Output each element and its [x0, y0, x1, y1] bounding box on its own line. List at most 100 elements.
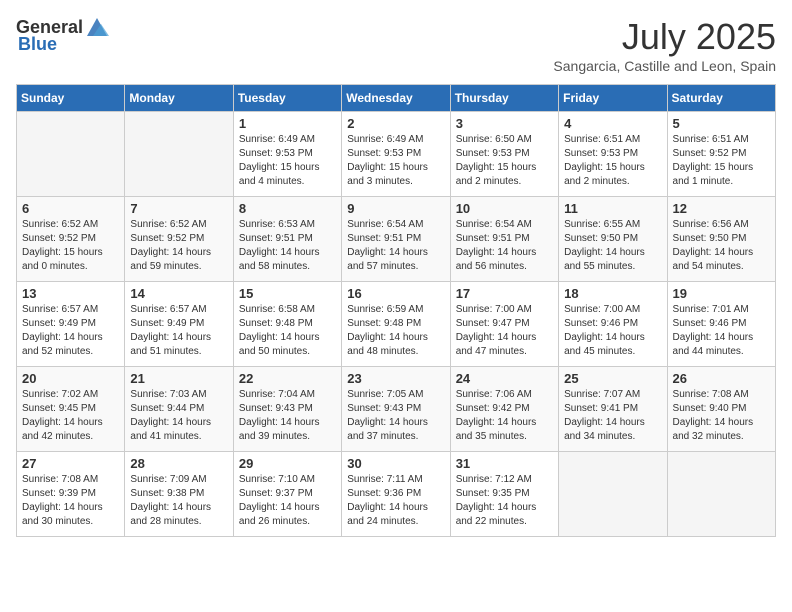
calendar-cell: 20 Sunrise: 7:02 AM Sunset: 9:45 PM Dayli… — [17, 367, 125, 452]
weekday-header-tuesday: Tuesday — [233, 85, 341, 112]
calendar-cell: 19Sunrise: 7:01 AM Sunset: 9:46 PM Dayli… — [667, 282, 775, 367]
calendar-week-row: 27Sunrise: 7:08 AM Sunset: 9:39 PM Dayli… — [17, 452, 776, 537]
day-number: 17 — [456, 286, 553, 301]
day-info: Sunrise: 7:04 AM Sunset: 9:43 PM Dayligh… — [239, 388, 336, 444]
calendar-table: SundayMondayTuesdayWednesdayThursdayFrid… — [16, 84, 776, 537]
calendar-cell: 25 Sunrise: 7:07 AM Sunset: 9:41 PM Dayli… — [559, 367, 667, 452]
day-number: 20 — [22, 371, 119, 386]
day-info: Sunrise: 7:08 AM Sunset: 9:40 PM Dayligh… — [673, 388, 770, 444]
day-number: 24 — [456, 371, 553, 386]
calendar-cell: 5 Sunrise: 6:51 AM Sunset: 9:52 PM Daylig… — [667, 112, 775, 197]
weekday-header-wednesday: Wednesday — [342, 85, 450, 112]
calendar-cell — [667, 452, 775, 537]
day-number: 18 — [564, 286, 661, 301]
calendar-cell: 23 Sunrise: 7:05 AM Sunset: 9:43 PM Dayli… — [342, 367, 450, 452]
logo: General Blue — [16, 16, 111, 55]
calendar-cell: 22 Sunrise: 7:04 AM Sunset: 9:43 PM Dayli… — [233, 367, 341, 452]
calendar-week-row: 20 Sunrise: 7:02 AM Sunset: 9:45 PM Dayli… — [17, 367, 776, 452]
day-number: 25 — [564, 371, 661, 386]
day-number: 22 — [239, 371, 336, 386]
day-info: Sunrise: 6:50 AM Sunset: 9:53 PM Dayligh… — [456, 133, 553, 189]
day-info: Sunrise: 6:55 AM Sunset: 9:50 PM Dayligh… — [564, 218, 661, 274]
day-number: 31 — [456, 456, 553, 471]
day-info: Sunrise: 7:00 AM Sunset: 9:47 PM Dayligh… — [456, 303, 553, 359]
calendar-cell — [17, 112, 125, 197]
weekday-header-thursday: Thursday — [450, 85, 558, 112]
day-number: 9 — [347, 201, 444, 216]
day-info: Sunrise: 6:52 AM Sunset: 9:52 PM Dayligh… — [22, 218, 119, 274]
day-info: Sunrise: 6:49 AM Sunset: 9:53 PM Dayligh… — [239, 133, 336, 189]
day-number: 23 — [347, 371, 444, 386]
calendar-week-row: 6 Sunrise: 6:52 AM Sunset: 9:52 PM Daylig… — [17, 197, 776, 282]
calendar-cell: 14 Sunrise: 6:57 AM Sunset: 9:49 PM Dayli… — [125, 282, 233, 367]
day-number: 12 — [673, 201, 770, 216]
calendar-cell: 10Sunrise: 6:54 AM Sunset: 9:51 PM Dayli… — [450, 197, 558, 282]
calendar-cell: 21Sunrise: 7:03 AM Sunset: 9:44 PM Dayli… — [125, 367, 233, 452]
calendar-cell: 30 Sunrise: 7:11 AM Sunset: 9:36 PM Dayli… — [342, 452, 450, 537]
day-number: 26 — [673, 371, 770, 386]
day-number: 14 — [130, 286, 227, 301]
day-info: Sunrise: 7:09 AM Sunset: 9:38 PM Dayligh… — [130, 473, 227, 529]
calendar-cell: 17 Sunrise: 7:00 AM Sunset: 9:47 PM Dayli… — [450, 282, 558, 367]
weekday-header-row: SundayMondayTuesdayWednesdayThursdayFrid… — [17, 85, 776, 112]
day-info: Sunrise: 7:05 AM Sunset: 9:43 PM Dayligh… — [347, 388, 444, 444]
day-info: Sunrise: 7:08 AM Sunset: 9:39 PM Dayligh… — [22, 473, 119, 529]
weekday-header-saturday: Saturday — [667, 85, 775, 112]
day-info: Sunrise: 7:11 AM Sunset: 9:36 PM Dayligh… — [347, 473, 444, 529]
day-number: 11 — [564, 201, 661, 216]
day-number: 3 — [456, 116, 553, 131]
day-number: 19 — [673, 286, 770, 301]
day-info: Sunrise: 6:54 AM Sunset: 9:51 PM Dayligh… — [456, 218, 553, 274]
calendar-cell: 16Sunrise: 6:59 AM Sunset: 9:48 PM Dayli… — [342, 282, 450, 367]
calendar-cell: 2 Sunrise: 6:49 AM Sunset: 9:53 PM Daylig… — [342, 112, 450, 197]
location-subtitle: Sangarcia, Castille and Leon, Spain — [553, 58, 776, 74]
calendar-cell: 28 Sunrise: 7:09 AM Sunset: 9:38 PM Dayli… — [125, 452, 233, 537]
day-info: Sunrise: 6:51 AM Sunset: 9:52 PM Dayligh… — [673, 133, 770, 189]
day-info: Sunrise: 7:06 AM Sunset: 9:42 PM Dayligh… — [456, 388, 553, 444]
day-info: Sunrise: 6:53 AM Sunset: 9:51 PM Dayligh… — [239, 218, 336, 274]
day-info: Sunrise: 6:54 AM Sunset: 9:51 PM Dayligh… — [347, 218, 444, 274]
day-info: Sunrise: 7:02 AM Sunset: 9:45 PM Dayligh… — [22, 388, 119, 444]
day-info: Sunrise: 6:49 AM Sunset: 9:53 PM Dayligh… — [347, 133, 444, 189]
calendar-cell: 9 Sunrise: 6:54 AM Sunset: 9:51 PM Daylig… — [342, 197, 450, 282]
calendar-cell: 13 Sunrise: 6:57 AM Sunset: 9:49 PM Dayli… — [17, 282, 125, 367]
calendar-cell: 6 Sunrise: 6:52 AM Sunset: 9:52 PM Daylig… — [17, 197, 125, 282]
day-info: Sunrise: 7:07 AM Sunset: 9:41 PM Dayligh… — [564, 388, 661, 444]
calendar-cell: 26 Sunrise: 7:08 AM Sunset: 9:40 PM Dayli… — [667, 367, 775, 452]
calendar-week-row: 1 Sunrise: 6:49 AM Sunset: 9:53 PM Daylig… — [17, 112, 776, 197]
day-number: 6 — [22, 201, 119, 216]
day-info: Sunrise: 7:12 AM Sunset: 9:35 PM Dayligh… — [456, 473, 553, 529]
title-block: July 2025 Sangarcia, Castille and Leon, … — [553, 16, 776, 74]
day-number: 30 — [347, 456, 444, 471]
day-number: 2 — [347, 116, 444, 131]
day-info: Sunrise: 6:58 AM Sunset: 9:48 PM Dayligh… — [239, 303, 336, 359]
day-info: Sunrise: 6:52 AM Sunset: 9:52 PM Dayligh… — [130, 218, 227, 274]
day-number: 29 — [239, 456, 336, 471]
weekday-header-monday: Monday — [125, 85, 233, 112]
calendar-cell: 18Sunrise: 7:00 AM Sunset: 9:46 PM Dayli… — [559, 282, 667, 367]
day-number: 4 — [564, 116, 661, 131]
day-number: 5 — [673, 116, 770, 131]
calendar-cell: 7Sunrise: 6:52 AM Sunset: 9:52 PM Daylig… — [125, 197, 233, 282]
page-header: General Blue July 2025 Sangarcia, Castil… — [16, 16, 776, 74]
day-number: 13 — [22, 286, 119, 301]
day-info: Sunrise: 6:51 AM Sunset: 9:53 PM Dayligh… — [564, 133, 661, 189]
day-number: 28 — [130, 456, 227, 471]
month-title: July 2025 — [553, 16, 776, 58]
weekday-header-sunday: Sunday — [17, 85, 125, 112]
calendar-cell: 29Sunrise: 7:10 AM Sunset: 9:37 PM Dayli… — [233, 452, 341, 537]
weekday-header-friday: Friday — [559, 85, 667, 112]
calendar-cell: 15Sunrise: 6:58 AM Sunset: 9:48 PM Dayli… — [233, 282, 341, 367]
calendar-cell — [559, 452, 667, 537]
day-info: Sunrise: 6:56 AM Sunset: 9:50 PM Dayligh… — [673, 218, 770, 274]
day-info: Sunrise: 6:57 AM Sunset: 9:49 PM Dayligh… — [22, 303, 119, 359]
day-number: 21 — [130, 371, 227, 386]
day-number: 1 — [239, 116, 336, 131]
day-info: Sunrise: 6:57 AM Sunset: 9:49 PM Dayligh… — [130, 303, 227, 359]
calendar-cell: 11 Sunrise: 6:55 AM Sunset: 9:50 PM Dayli… — [559, 197, 667, 282]
calendar-cell: 27Sunrise: 7:08 AM Sunset: 9:39 PM Dayli… — [17, 452, 125, 537]
calendar-cell: 31 Sunrise: 7:12 AM Sunset: 9:35 PM Dayli… — [450, 452, 558, 537]
logo-text-blue: Blue — [18, 34, 57, 55]
day-number: 8 — [239, 201, 336, 216]
calendar-cell: 4 Sunrise: 6:51 AM Sunset: 9:53 PM Daylig… — [559, 112, 667, 197]
